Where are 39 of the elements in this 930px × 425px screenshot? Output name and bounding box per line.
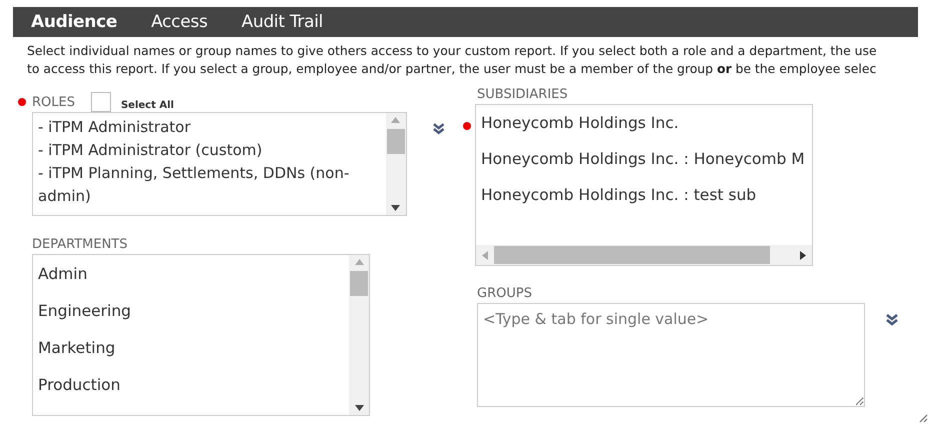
vertical-scrollbar[interactable] [349,255,369,415]
resize-grip-icon[interactable] [918,413,928,423]
tab[interactable]: Access [151,12,208,32]
field-label: SUBSIDIARIES [477,86,568,102]
scroll-up-icon[interactable] [354,259,364,265]
list-item[interactable]: Engineering [38,293,344,330]
instruction-text: to access this report. If you select a group, employee and/or partner, the user must be a member of the group or be the employee selec [27,60,878,78]
field-label: ROLES [32,94,75,110]
scroll-up-icon[interactable] [391,117,400,123]
scrollbar-thumb[interactable] [386,129,405,154]
field-label: DEPARTMENTS [32,236,128,252]
list-item[interactable]: Production [38,367,344,404]
instruction-text: Select individual names or group names to give others access to your custom report. If you select both a role and a department, the use [27,42,878,60]
groups-input-field[interactable]: <Type & tab for single value> [477,303,865,407]
tab[interactable]: Audit Trail [242,12,323,32]
list-item[interactable]: - iTPM Administrator [38,116,381,139]
subsidiaries-listbox[interactable]: Honeycomb Holdings Inc. Honeycomb Holdings Inc. : Honeycomb M Honeycomb Holdings Inc. : test sub [475,104,813,266]
list-item[interactable]: Honeycomb Holdings Inc. : test sub [481,177,807,213]
list-item[interactable]: - iTPM Administrator (custom) [38,139,381,162]
checkbox[interactable] [90,92,111,112]
double-chevron-down-icon[interactable] [432,122,445,136]
scroll-down-icon[interactable] [354,405,364,411]
field-label: GROUPS [477,286,532,300]
checkbox-label: Select All [120,100,174,110]
scroll-down-icon[interactable] [391,205,400,211]
double-chevron-down-icon[interactable] [885,313,899,327]
scrollbar-thumb[interactable] [494,246,770,264]
tab[interactable]: Audience [31,12,118,32]
scroll-right-icon[interactable] [800,250,806,260]
list-item[interactable]: - iTPM Planning, Settlements, DDNs (non-admin) [38,162,381,208]
scrollbar-thumb[interactable] [350,271,368,296]
list-item[interactable]: Honeycomb Holdings Inc. [481,105,807,141]
departments-listbox[interactable]: Admin Engineering Marketing Production [32,254,370,416]
vertical-scrollbar[interactable] [386,113,406,215]
list-item[interactable]: Honeycomb Holdings Inc. : Honeycomb M [481,141,807,177]
scroll-left-icon[interactable] [482,250,488,260]
list-item[interactable]: Admin [38,256,344,293]
list-item[interactable]: Marketing [38,330,344,367]
horizontal-scrollbar[interactable] [476,245,812,265]
